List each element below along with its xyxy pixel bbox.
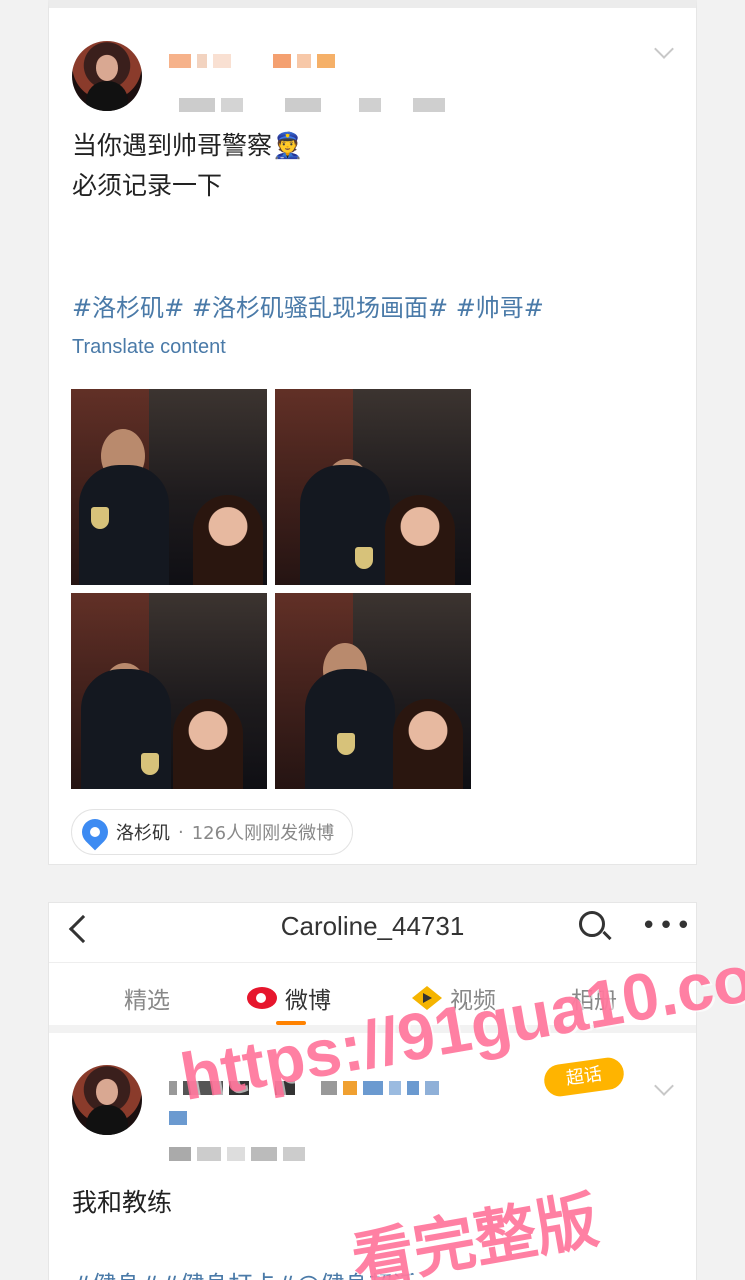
post-hashtags[interactable]: #洛杉矶# #洛杉矶骚乱现场画面# #帅哥# [72,288,544,323]
photo-2[interactable] [275,389,471,585]
tab-label: 视频 [450,988,496,1014]
profile-card: Caroline_44731 ••• 精选 微博 视频 相册 超话 我和教练 [48,902,697,1280]
search-icon[interactable] [579,911,605,937]
username-blurred[interactable] [169,1081,439,1095]
photo-3[interactable] [71,593,267,789]
active-tab-indicator [276,1021,306,1025]
video-icon [412,986,442,1010]
weibo-logo-icon [247,987,277,1009]
chevron-down-icon[interactable] [654,1076,674,1096]
location-chip[interactable]: 洛杉矶 · 126人刚刚发微博 [71,809,354,855]
verified-blurred [169,1111,187,1125]
tab-featured[interactable]: 精选 [124,981,170,1015]
post-text: 我和教练 [72,1188,173,1217]
username-blurred[interactable] [169,54,335,68]
location-count: 126人刚刚发微博 [191,823,335,844]
location-city: 洛杉矶 [116,823,170,844]
translate-link[interactable]: Translate content [72,336,226,359]
chevron-down-icon[interactable] [654,39,674,59]
location-pin-icon [76,813,114,851]
profile-tabs: 精选 微博 视频 相册 [49,963,696,1033]
avatar[interactable] [72,41,142,111]
top-bar: Caroline_44731 ••• [49,903,696,963]
tab-label: 相册 [571,988,617,1014]
avatar[interactable] [72,1065,142,1135]
tab-weibo[interactable]: 微博 [247,981,331,1015]
photo-4[interactable] [275,593,471,789]
location-separator: · [178,821,184,843]
tab-video[interactable]: 视频 [412,981,496,1015]
tab-label: 精选 [124,988,170,1014]
post-card-1: 当你遇到帅哥警察👮 必须记录一下 #洛杉矶# #洛杉矶骚乱现场画面# #帅哥# … [48,0,697,865]
post-meta-blurred [179,98,445,112]
super-topic-badge[interactable]: 超话 [542,1055,626,1099]
post-text-line2: 必须记录一下 [72,171,223,200]
post-text-line1: 当你遇到帅哥警察👮 [72,131,304,160]
photo-1[interactable] [71,389,267,585]
post-hashtags[interactable]: #健身##健身打卡#@健身超话 [72,1265,416,1280]
photo-grid [71,389,472,789]
post-meta-blurred [169,1147,305,1161]
tab-album[interactable]: 相册 [571,981,617,1015]
more-icon[interactable]: ••• [641,913,693,939]
tab-label: 微博 [285,988,331,1014]
